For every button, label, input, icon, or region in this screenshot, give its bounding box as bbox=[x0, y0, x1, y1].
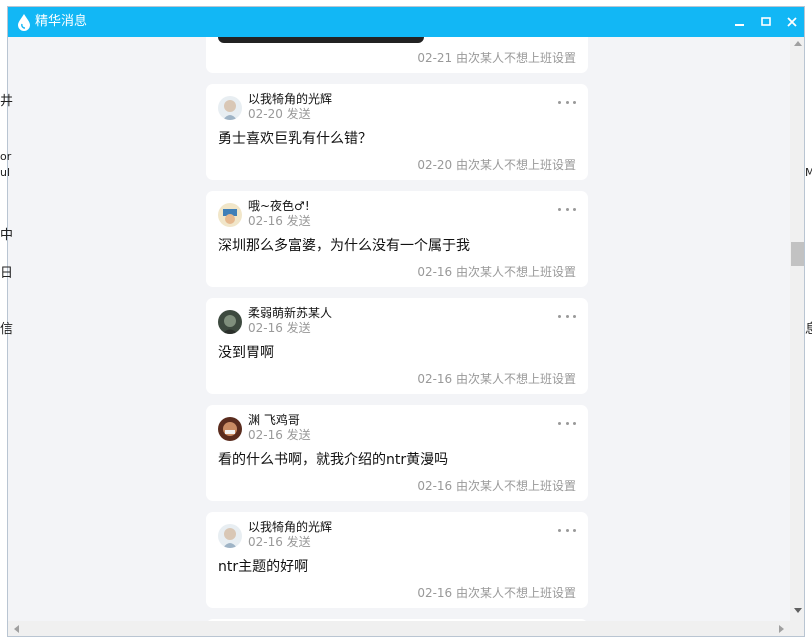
avatar[interactable] bbox=[218, 203, 242, 227]
sent-time: 02-16 发送 bbox=[248, 535, 311, 549]
close-icon bbox=[787, 17, 797, 27]
avatar[interactable] bbox=[218, 524, 242, 548]
avatar-image-icon bbox=[218, 203, 242, 227]
author-name[interactable]: 以我犄角的光辉 bbox=[248, 520, 332, 534]
more-options-icon[interactable] bbox=[558, 416, 576, 430]
message-text: 勇士喜欢巨乳有什么错？ bbox=[218, 131, 372, 147]
vertical-scrollbar[interactable] bbox=[790, 37, 804, 621]
message-card: 柔弱萌新苏某人 02-16 发送 没到胃啊 02-16 由次某人不想上班设置 bbox=[206, 298, 588, 394]
avatar-image-icon bbox=[218, 417, 242, 441]
background-text-fragment: 信 bbox=[0, 322, 14, 337]
more-options-icon[interactable] bbox=[558, 309, 576, 323]
minimize-icon bbox=[735, 24, 744, 26]
background-text-fragment: 井 bbox=[0, 94, 14, 109]
horizontal-scrollbar[interactable] bbox=[8, 621, 790, 636]
messages-list[interactable]: 02-21 由次某人不想上班设置 以我犄角的光辉 02-20 发送 勇士喜欢巨乳… bbox=[8, 37, 790, 621]
sent-time: 02-16 发送 bbox=[248, 428, 311, 442]
avatar-image-icon bbox=[218, 96, 242, 120]
scroll-down-icon[interactable] bbox=[794, 608, 802, 613]
background-text-fragment: 日 bbox=[0, 266, 14, 281]
author-name[interactable]: 渊 飞鸡哥 bbox=[248, 413, 300, 427]
scrollbar-corner bbox=[790, 621, 804, 636]
title-bar[interactable]: 精华消息 bbox=[8, 7, 804, 37]
background-text-fragment: 息 bbox=[805, 322, 812, 337]
card-footer: 02-16 由次某人不想上班设置 bbox=[417, 479, 576, 493]
essence-messages-window: 精华消息 02-21 由次某人不想上班设置 以我犄角的光辉 02-20 发送 勇… bbox=[7, 6, 805, 637]
close-button[interactable] bbox=[778, 7, 804, 37]
message-card-partial: 02-21 由次某人不想上班设置 bbox=[206, 37, 588, 73]
background-text-fragment: or bbox=[0, 150, 12, 163]
avatar-image-icon bbox=[218, 310, 242, 334]
window-title: 精华消息 bbox=[35, 14, 88, 29]
droplet-logo-icon bbox=[18, 14, 30, 31]
message-text: 看的什么书啊，就我介绍的ntr黄漫吗 bbox=[218, 452, 449, 468]
avatar[interactable] bbox=[218, 96, 242, 120]
maximize-button[interactable] bbox=[752, 7, 780, 37]
background-text-fragment: 中 bbox=[0, 228, 14, 243]
author-name[interactable]: 柔弱萌新苏某人 bbox=[248, 306, 332, 320]
card-footer: 02-21 由次某人不想上班设置 bbox=[417, 51, 576, 65]
message-text: 没到胃啊 bbox=[218, 345, 274, 361]
author-name[interactable]: 以我犄角的光辉 bbox=[248, 92, 332, 106]
card-footer: 02-16 由次某人不想上班设置 bbox=[417, 265, 576, 279]
message-text: ntr主题的好啊 bbox=[218, 559, 309, 575]
message-card: 以我犄角的光辉 02-16 发送 ntr主题的好啊 02-16 由次某人不想上班… bbox=[206, 512, 588, 608]
image-fragment bbox=[218, 37, 424, 43]
sent-time: 02-20 发送 bbox=[248, 107, 311, 121]
more-options-icon[interactable] bbox=[558, 95, 576, 109]
background-text-fragment: M bbox=[805, 166, 812, 179]
sent-time: 02-16 发送 bbox=[248, 321, 311, 335]
avatar-image-icon bbox=[218, 524, 242, 548]
maximize-icon bbox=[761, 17, 771, 26]
card-footer: 02-16 由次某人不想上班设置 bbox=[417, 372, 576, 386]
message-card: 以我犄角的光辉 02-20 发送 勇士喜欢巨乳有什么错？ 02-20 由次某人不… bbox=[206, 84, 588, 180]
more-options-icon[interactable] bbox=[558, 523, 576, 537]
scroll-right-icon[interactable] bbox=[779, 625, 784, 633]
author-name[interactable]: 哦~夜色♂! bbox=[248, 199, 310, 213]
scroll-up-icon[interactable] bbox=[794, 41, 802, 46]
message-card: 渊 飞鸡哥 02-16 发送 看的什么书啊，就我介绍的ntr黄漫吗 02-16 … bbox=[206, 405, 588, 501]
avatar[interactable] bbox=[218, 417, 242, 441]
scroll-thumb[interactable] bbox=[791, 242, 804, 266]
card-footer: 02-16 由次某人不想上班设置 bbox=[417, 586, 576, 600]
message-text: 深圳那么多富婆，为什么没有一个属于我 bbox=[218, 238, 470, 254]
background-text-fragment: ul bbox=[0, 166, 11, 179]
sent-time: 02-16 发送 bbox=[248, 214, 311, 228]
message-card: 哦~夜色♂! 02-16 发送 深圳那么多富婆，为什么没有一个属于我 02-16… bbox=[206, 191, 588, 287]
scroll-left-icon[interactable] bbox=[14, 625, 19, 633]
avatar[interactable] bbox=[218, 310, 242, 334]
minimize-button[interactable] bbox=[726, 7, 754, 37]
more-options-icon[interactable] bbox=[558, 202, 576, 216]
card-footer: 02-20 由次某人不想上班设置 bbox=[417, 158, 576, 172]
